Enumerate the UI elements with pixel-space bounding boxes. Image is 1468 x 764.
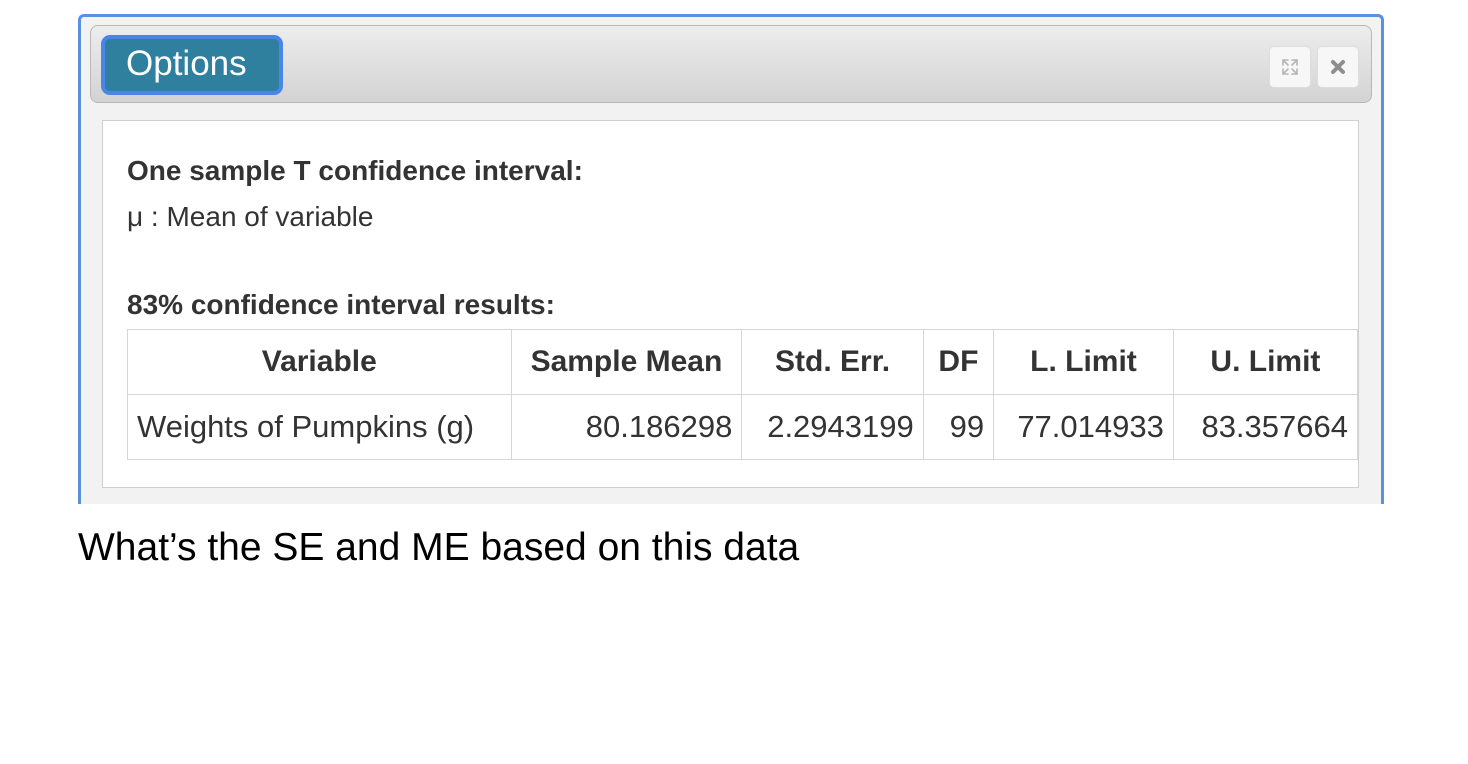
- cell-lower-limit: 77.014933: [993, 394, 1174, 460]
- stat-output-window: Options One sample T confidence interval…: [78, 14, 1384, 504]
- results-table: Variable Sample Mean Std. Err. DF L. Lim…: [127, 329, 1359, 460]
- close-icon: [1331, 60, 1345, 74]
- cell-std-err: 2.2943199: [741, 394, 924, 460]
- close-button[interactable]: [1317, 46, 1359, 88]
- cell-df: 99: [922, 394, 995, 460]
- column-header-std-err: Std. Err.: [741, 329, 924, 395]
- column-header-variable: Variable: [127, 329, 512, 395]
- table-header-row: Variable Sample Mean Std. Err. DF L. Lim…: [127, 329, 1359, 395]
- maximize-button[interactable]: [1269, 46, 1311, 88]
- analysis-title: One sample T confidence interval:: [127, 155, 583, 186]
- table-row: Weights of Pumpkins (g) 80.186298 2.2943…: [127, 394, 1359, 460]
- parameter-description: μ : Mean of variable: [127, 201, 374, 232]
- question-text: What’s the SE and ME based on this data: [78, 526, 800, 569]
- column-header-df: DF: [922, 329, 995, 395]
- column-header-upper-limit: U. Limit: [1172, 329, 1359, 395]
- options-button[interactable]: Options: [101, 35, 283, 95]
- cell-variable: Weights of Pumpkins (g): [127, 394, 512, 460]
- column-header-lower-limit: L. Limit: [993, 329, 1174, 395]
- cell-sample-mean: 80.186298: [510, 394, 743, 460]
- expand-icon: [1282, 59, 1298, 75]
- cell-upper-limit: 83.357664: [1172, 394, 1359, 460]
- column-header-sample-mean: Sample Mean: [510, 329, 743, 395]
- results-content: One sample T confidence interval: μ : Me…: [102, 120, 1359, 488]
- window-titlebar: Options: [90, 25, 1372, 103]
- results-heading: 83% confidence interval results:: [127, 289, 555, 320]
